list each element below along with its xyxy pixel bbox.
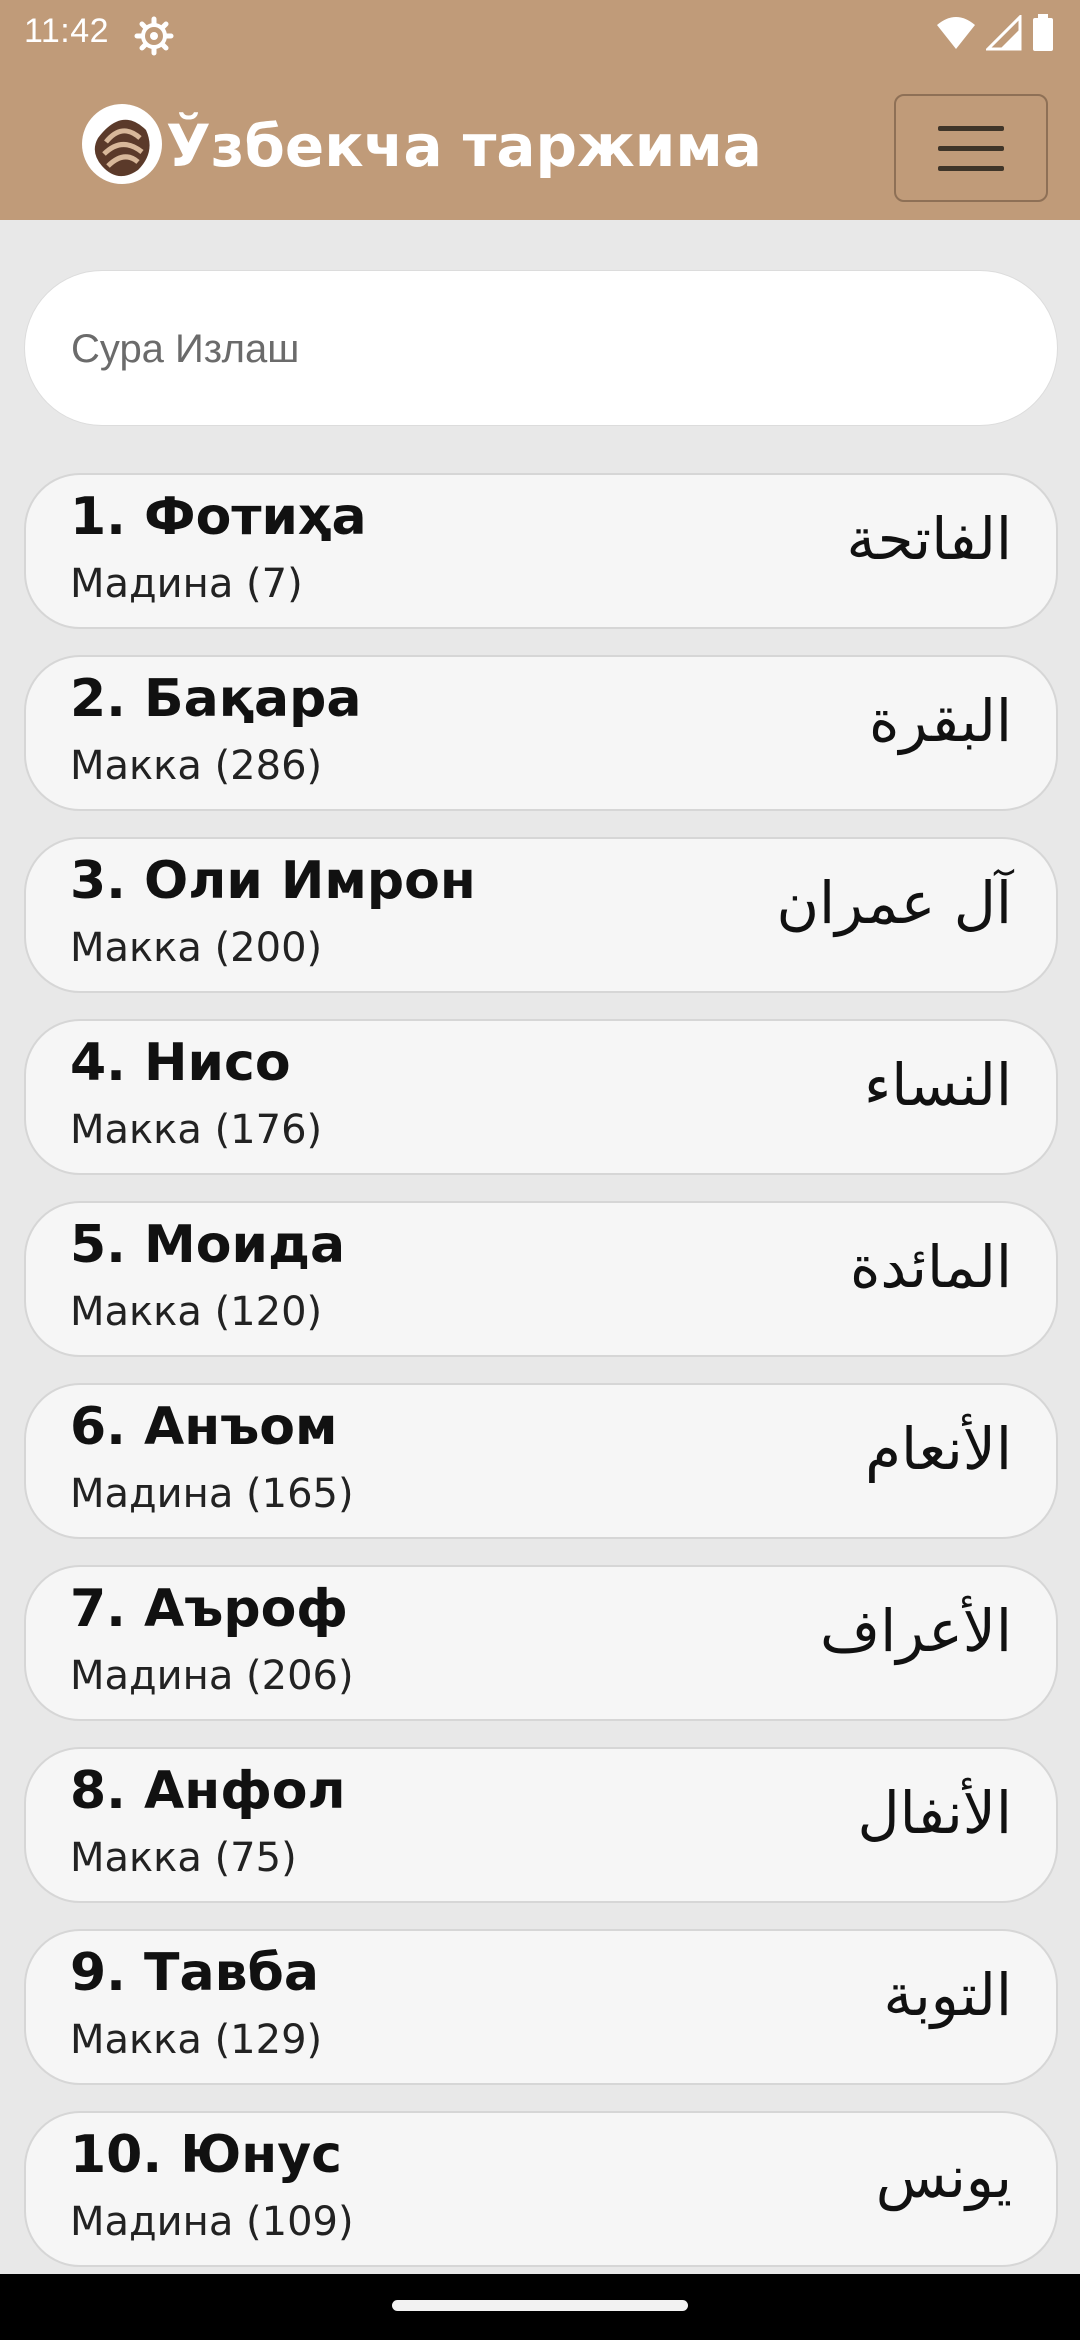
- surah-title: 6. Анъом: [70, 1397, 338, 1457]
- surah-item[interactable]: 3. Оли Имрон Макка (200) آل عمران: [24, 837, 1058, 993]
- status-icons: [936, 14, 1054, 52]
- gear-icon: [134, 16, 174, 56]
- surah-item[interactable]: 7. Аъроф Мадина (206) الأعراف: [24, 1565, 1058, 1721]
- surah-item[interactable]: 10. Юнус Мадина (109) يونس: [24, 2111, 1058, 2267]
- app-title: Ўзбекча таржима: [166, 112, 762, 180]
- surah-item[interactable]: 5. Моида Макка (120) المائدة: [24, 1201, 1058, 1357]
- surah-item[interactable]: 1. Фотиҳа Мадина (7) الفاتحة: [24, 473, 1058, 629]
- surah-arabic-name: المائدة: [850, 1233, 1012, 1301]
- status-bar: 11:42: [0, 0, 1080, 66]
- hamburger-menu-icon: [938, 125, 1004, 131]
- surah-subtitle: Мадина (165): [70, 1471, 354, 1517]
- surah-arabic-name: النساء: [864, 1051, 1012, 1119]
- surah-title: 7. Аъроф: [70, 1579, 348, 1639]
- app-bar: Ўзбекча таржима: [0, 66, 1080, 220]
- surah-arabic-name: الأنعام: [865, 1415, 1012, 1483]
- surah-title: 9. Тавба: [70, 1943, 319, 2003]
- surah-subtitle: Макка (200): [70, 925, 323, 971]
- search-input[interactable]: [71, 271, 1011, 427]
- surah-subtitle: Макка (120): [70, 1289, 323, 1335]
- surah-title: 5. Моида: [70, 1215, 346, 1275]
- surah-title: 4. Нисо: [70, 1033, 291, 1093]
- surah-arabic-name: الأنفال: [857, 1779, 1013, 1847]
- surah-subtitle: Макка (286): [70, 743, 323, 789]
- surah-arabic-name: البقرة: [868, 687, 1012, 755]
- surah-subtitle: Макка (176): [70, 1107, 323, 1153]
- surah-subtitle: Макка (75): [70, 1835, 297, 1881]
- surah-title: 3. Оли Имрон: [70, 851, 476, 911]
- surah-arabic-name: التوبة: [883, 1961, 1013, 2029]
- surah-item[interactable]: 4. Нисо Макка (176) النساء: [24, 1019, 1058, 1175]
- hamburger-line: [938, 145, 1004, 151]
- surah-title: 8. Анфол: [70, 1761, 346, 1821]
- surah-item[interactable]: 8. Анфол Макка (75) الأنفال: [24, 1747, 1058, 1903]
- search-box[interactable]: [24, 270, 1058, 427]
- surah-subtitle: Мадина (7): [70, 561, 303, 607]
- surah-item[interactable]: 6. Анъом Мадина (165) الأنعام: [24, 1383, 1058, 1539]
- menu-button[interactable]: [894, 94, 1048, 202]
- wifi-icon: [937, 17, 975, 49]
- hamburger-line: [938, 165, 1004, 171]
- surah-title: 2. Бақара: [70, 669, 362, 729]
- battery-icon: [1033, 14, 1053, 51]
- surah-item[interactable]: 2. Бақара Макка (286) البقرة: [24, 655, 1058, 811]
- surah-item[interactable]: 9. Тавба Макка (129) التوبة: [24, 1929, 1058, 2085]
- signal-icon: [986, 15, 1022, 51]
- status-time: 11:42: [24, 12, 110, 50]
- surah-subtitle: Мадина (109): [70, 2199, 354, 2245]
- surah-arabic-name: الفاتحة: [846, 505, 1012, 573]
- surah-arabic-name: آل عمران: [776, 869, 1012, 937]
- surah-arabic-name: يونس: [875, 2143, 1012, 2211]
- surah-title: 10. Юнус: [70, 2125, 342, 2185]
- app-logo: [82, 104, 162, 184]
- surah-arabic-name: الأعراف: [819, 1597, 1012, 1665]
- system-navigation-bar: [0, 2274, 1080, 2340]
- home-gesture-handle[interactable]: [392, 2300, 688, 2311]
- surah-subtitle: Мадина (206): [70, 1653, 354, 1699]
- surah-subtitle: Макка (129): [70, 2017, 323, 2063]
- surah-list: 1. Фотиҳа Мадина (7) الفاتحة 2. Бақара М…: [24, 473, 1058, 2293]
- surah-title: 1. Фотиҳа: [70, 487, 367, 547]
